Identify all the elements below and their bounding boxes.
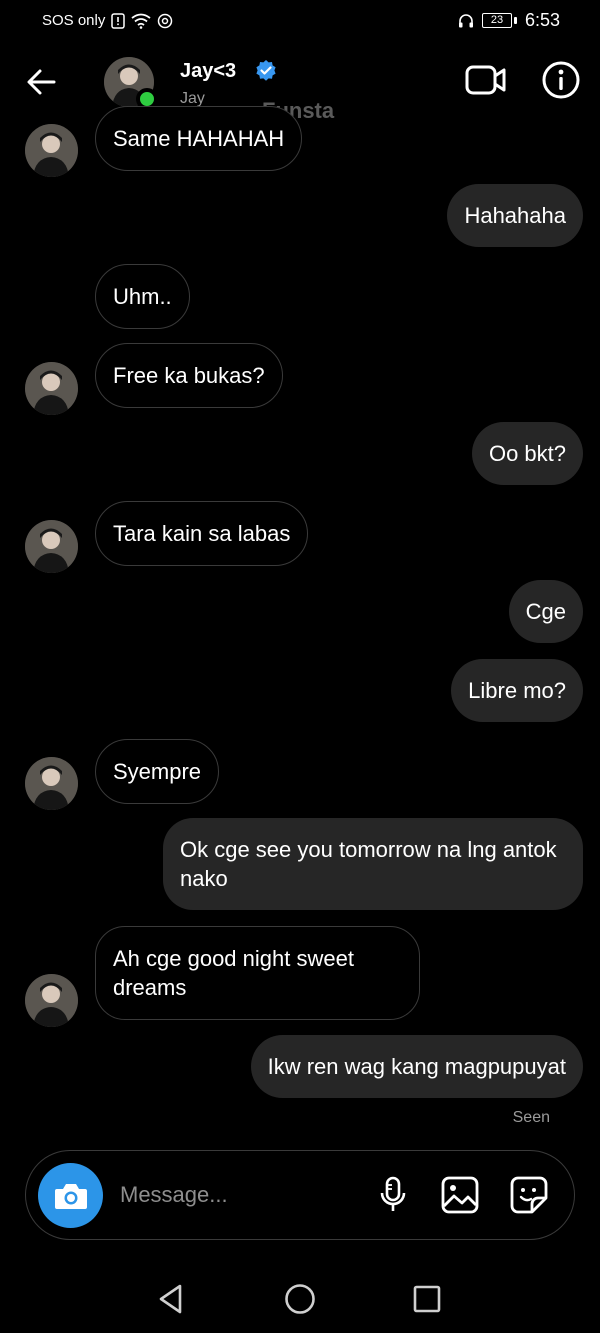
message-bubble-received[interactable]: Ah cge good night sweet dreams <box>95 926 420 1020</box>
system-nav-bar <box>0 1262 600 1333</box>
profile-photo-icon <box>25 362 78 415</box>
sender-avatar[interactable] <box>25 520 78 573</box>
nav-recents-button[interactable] <box>410 1282 444 1316</box>
camera-icon <box>54 1183 87 1209</box>
profile-photo-icon <box>25 520 78 573</box>
message-bubble-sent[interactable]: Hahahaha <box>447 184 583 247</box>
message-bubble-received[interactable]: Uhm.. <box>95 264 190 329</box>
message-bubble-received[interactable]: Syempre <box>95 739 220 804</box>
message-bubble-sent[interactable]: Libre mo? <box>451 659 583 722</box>
message-bubble-sent[interactable]: Ok cge see you tomorrow na lng antok nak… <box>163 818 583 910</box>
profile-photo-icon <box>25 974 78 1027</box>
message-bubble-received[interactable]: Same HAHAHAH <box>95 106 303 171</box>
message-composer <box>25 1150 575 1240</box>
microphone-button[interactable] <box>373 1175 413 1215</box>
gallery-button[interactable] <box>440 1175 480 1215</box>
sender-avatar[interactable] <box>25 124 78 177</box>
sticker-button[interactable] <box>509 1175 549 1215</box>
square-recents-icon <box>413 1285 441 1313</box>
camera-button[interactable] <box>38 1163 103 1228</box>
message-thread[interactable]: Same HAHAHAH Hahahaha Uhm.. Free ka buka… <box>0 0 600 1150</box>
message-bubble-sent[interactable]: Cge <box>508 580 583 643</box>
image-icon <box>441 1176 479 1214</box>
sender-avatar[interactable] <box>25 757 78 810</box>
sender-avatar[interactable] <box>25 362 78 415</box>
message-bubble-sent[interactable]: Oo bkt? <box>471 422 583 485</box>
message-bubble-received[interactable]: Free ka bukas? <box>95 343 283 408</box>
sticker-icon <box>510 1176 548 1214</box>
nav-back-button[interactable] <box>154 1282 188 1316</box>
profile-photo-icon <box>25 757 78 810</box>
message-input[interactable] <box>120 1173 350 1217</box>
profile-photo-icon <box>25 124 78 177</box>
seen-status: Seen <box>512 1109 550 1126</box>
circle-home-icon <box>285 1284 315 1314</box>
sender-avatar[interactable] <box>25 974 78 1027</box>
message-bubble-received[interactable]: Tara kain sa labas <box>95 501 309 566</box>
message-bubble-sent[interactable]: Ikw ren wag kang magpupuyat <box>250 1035 583 1098</box>
microphone-icon <box>380 1176 406 1211</box>
triangle-back-icon <box>159 1284 182 1314</box>
nav-home-button[interactable] <box>283 1282 317 1316</box>
